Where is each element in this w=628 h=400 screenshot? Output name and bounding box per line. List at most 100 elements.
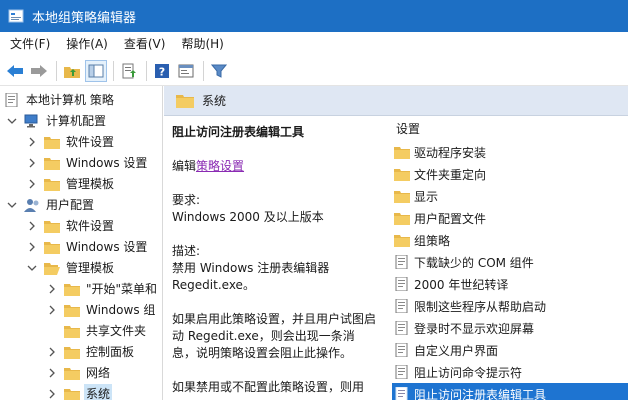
tree-item-local-computer-policy[interactable]: 本地计算机 策略 [0,89,162,110]
folder-icon [44,241,60,254]
chevron-right-icon[interactable] [26,136,38,148]
properties-button[interactable] [175,60,197,82]
chevron-right-icon[interactable] [26,220,38,232]
chevron-down-icon[interactable] [6,199,18,211]
policy-setting-icon [395,255,408,269]
toolbar-separator [113,60,114,81]
description-label: 描述: [172,244,201,258]
export-list-icon [122,63,136,78]
tree-item-label: 管理模板 [66,261,115,275]
policy-setting-icon [395,365,408,379]
chevron-right-icon[interactable] [46,388,58,400]
export-list-button[interactable] [118,60,140,82]
chevron-down-icon[interactable] [6,115,18,127]
tree-item-label: 网络 [86,366,111,380]
tree-item-user-config[interactable]: 用户配置 [0,194,162,215]
chevron-right-icon[interactable] [26,241,38,253]
computer-icon [24,114,38,127]
list-item-selected[interactable]: 阻止访问注册表编辑工具 [392,383,628,400]
list-item[interactable]: 限制这些程序从帮助启动 [392,295,628,317]
list-item[interactable]: 阻止访问命令提示符 [392,361,628,383]
tree-item-control-panel[interactable]: 控制面板 [0,341,162,362]
list-item[interactable]: 组策略 [392,229,628,251]
list-item[interactable]: 用户配置文件 [392,207,628,229]
forward-arrow-icon [31,64,47,77]
chevron-down-icon[interactable] [26,262,38,274]
requirements-label: 要求: [172,193,201,207]
tree-item-user-windows-settings[interactable]: Windows 设置 [0,236,162,257]
chevron-right-icon[interactable] [46,346,58,358]
user-icon [24,198,39,212]
tree-item-software-settings[interactable]: 软件设置 [0,131,162,152]
chevron-right-icon[interactable] [26,157,38,169]
list-item[interactable]: 文件夹重定向 [392,163,628,185]
tree-item-user-admin-templates[interactable]: 管理模板 [0,257,162,278]
tree-item-user-software-settings[interactable]: 软件设置 [0,215,162,236]
tree-item-network[interactable]: 网络 [0,362,162,383]
tree-item-computer-config[interactable]: 计算机配置 [0,110,162,131]
show-hide-tree-icon [88,64,104,77]
list-item[interactable]: 2000 年世纪转译 [392,273,628,295]
menu-view[interactable]: 查看(V) [118,33,172,55]
tree-item-label: 软件设置 [66,219,115,233]
tree-item-system[interactable]: 系统 [0,383,162,400]
policy-setting-icon [395,321,408,335]
tree-item-label: 软件设置 [66,135,115,149]
help-button[interactable]: ? [151,60,173,82]
toolbar-separator [56,60,57,81]
list-item[interactable]: 登录时不显示欢迎屏幕 [392,317,628,339]
folder-icon [64,346,80,359]
up-one-level-button[interactable] [61,60,83,82]
disabled-explanation: 如果禁用或不配置此策略设置，则用 [172,380,365,394]
list-item-label: 登录时不显示欢迎屏幕 [414,321,535,336]
tree-item-windows-settings[interactable]: Windows 设置 [0,152,162,173]
chevron-right-icon[interactable] [46,283,58,295]
tree-item-shared-folders[interactable]: 共享文件夹 [0,320,162,341]
list-item-label: 自定义用户界面 [414,343,499,358]
menu-help[interactable]: 帮助(H) [175,33,229,55]
pane-title: 系统 [202,94,227,108]
toolbar-separator [203,60,204,81]
policy-document-icon [5,92,18,107]
policy-setting-icon [395,387,408,400]
folder-icon [394,235,410,247]
window-title: 本地组策略编辑器 [32,10,137,26]
folder-icon [394,169,410,181]
edit-policy-link[interactable]: 策略设置 [196,159,244,173]
list-item[interactable]: 下载缺少的 COM 组件 [392,251,628,273]
list-item-label: 文件夹重定向 [414,167,487,182]
chevron-right-icon[interactable] [46,367,58,379]
toolbar-separator [146,60,147,81]
chevron-right-icon[interactable] [46,304,58,316]
list-item[interactable]: 自定义用户界面 [392,339,628,361]
tree-item-label: Windows 设置 [66,240,148,254]
folder-icon [44,178,60,191]
folder-icon [64,367,80,380]
list-item[interactable]: 驱动程序安装 [392,141,628,163]
folder-icon [44,220,60,233]
list-item-label: 显示 [414,189,439,204]
tree-item-label: 本地计算机 策略 [26,93,114,107]
up-folder-icon [64,66,80,78]
tree-item-windows-components[interactable]: Windows 组 [0,299,162,320]
menu-file[interactable]: 文件(F) [4,33,56,55]
toolbar: ? [0,56,628,86]
tree-item-admin-templates[interactable]: 管理模板 [0,173,162,194]
filter-button[interactable] [208,60,230,82]
tree-item-start-menu[interactable]: "开始"菜单和 [0,278,162,299]
folder-icon [394,147,410,159]
chevron-right-icon[interactable] [26,178,38,190]
list-item[interactable]: 显示 [392,185,628,207]
edit-line: 编辑策略设置 [172,158,377,175]
show-hide-tree-button[interactable] [85,59,107,82]
column-header-setting[interactable]: 设置 [392,118,628,140]
tree-item-label: 共享文件夹 [86,324,147,338]
folder-icon [44,157,60,170]
folder-open-icon [44,262,60,275]
policy-setting-icon [395,277,408,291]
forward-button[interactable] [28,60,50,82]
menu-action[interactable]: 操作(A) [60,33,114,55]
folder-icon [394,213,410,225]
back-button[interactable] [4,60,26,82]
list-item-label: 用户配置文件 [414,211,487,226]
